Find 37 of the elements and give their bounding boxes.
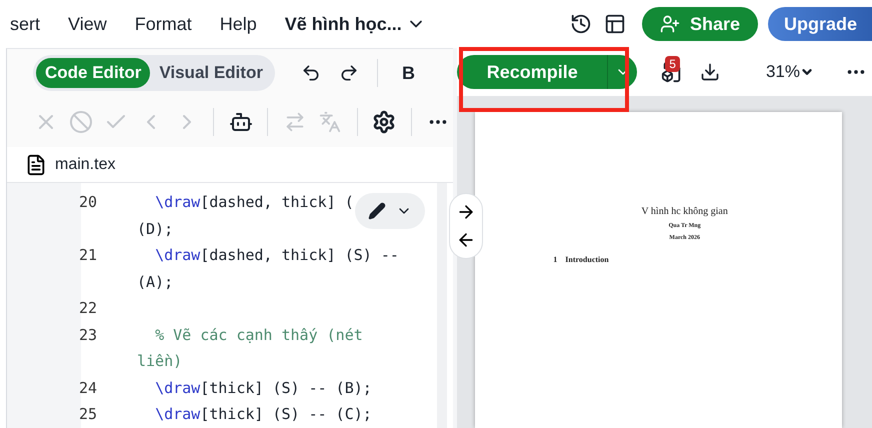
line-number: 24 bbox=[79, 378, 98, 396]
code-line: \draw[dashed, thick] ( bbox=[155, 193, 354, 211]
code-line: % Vẽ các cạnh thấy (nét bbox=[155, 326, 363, 344]
menu-item[interactable]: Help bbox=[220, 14, 257, 34]
section-heading: Introduction bbox=[565, 255, 609, 264]
code-line: (A); bbox=[137, 272, 174, 290]
line-number: 20 bbox=[79, 193, 98, 211]
share-button[interactable]: Share bbox=[642, 7, 758, 41]
recompile-button[interactable]: Recompile bbox=[457, 55, 608, 89]
file-tab[interactable]: main.tex bbox=[55, 156, 116, 174]
line-number: 22 bbox=[79, 299, 98, 317]
code-line: \draw[thick] (S) -- (B); bbox=[155, 378, 372, 396]
project-title[interactable]: Vẽ hình học... bbox=[284, 14, 426, 34]
line-number: 21 bbox=[79, 246, 98, 264]
add-user-icon bbox=[660, 14, 680, 34]
line-number: 25 bbox=[79, 405, 98, 423]
editor-mode-tab[interactable]: Code Editor bbox=[36, 58, 150, 88]
pane-arrows-control[interactable] bbox=[449, 193, 483, 259]
bold-button[interactable]: B bbox=[396, 62, 421, 84]
code-line: liền) bbox=[137, 352, 182, 370]
line-number: 23 bbox=[79, 326, 98, 344]
code-line: (D); bbox=[137, 220, 174, 238]
code-line: \draw[dashed, thick] (S) -- bbox=[155, 246, 399, 264]
menu-item[interactable]: Format bbox=[134, 14, 192, 34]
zoom-dropdown[interactable]: 31% bbox=[760, 61, 820, 83]
upgrade-button[interactable]: Upgrade bbox=[768, 7, 872, 41]
pencil-icon bbox=[368, 202, 386, 220]
log-count-badge: 5 bbox=[665, 56, 680, 72]
document-title: V hình hc không gian bbox=[641, 206, 728, 217]
scrollbar[interactable] bbox=[437, 183, 447, 428]
menu-item[interactable]: sert bbox=[10, 14, 40, 34]
code-line: \draw[thick] (S) -- (C); bbox=[155, 405, 372, 423]
file-icon bbox=[25, 154, 47, 176]
menu-item[interactable]: View bbox=[68, 14, 107, 34]
editor-mode-tab[interactable]: Visual Editor bbox=[150, 58, 272, 88]
pencil-dropdown-button[interactable] bbox=[355, 193, 425, 229]
section-number: 1 bbox=[553, 255, 558, 264]
